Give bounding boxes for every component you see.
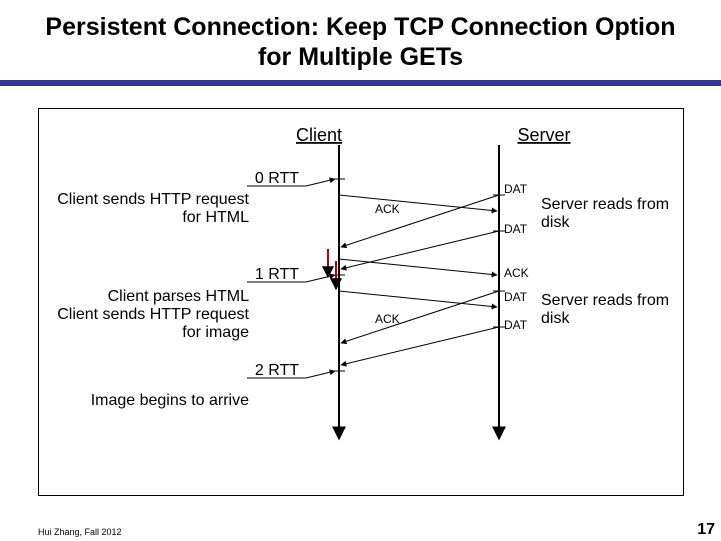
server-read-2-line2: disk: [541, 310, 570, 327]
diagram-container: Client Server 0 RTT 1 RTT 2 RTT Client s…: [38, 108, 684, 496]
client-parse-html: Client parses HTML: [108, 288, 249, 305]
msg-ack-server-1-label: ACK: [504, 266, 529, 280]
msg-ack-1-label: ACK: [375, 202, 400, 216]
client-image-request-line2: for image: [182, 324, 249, 341]
page-number: 17: [697, 521, 715, 539]
msg-dat-2b-label: DAT: [504, 318, 528, 332]
msg-dat-1b: [341, 231, 499, 269]
rtt-0-label: 0 RTT: [255, 170, 299, 187]
server-header: Server: [517, 125, 570, 145]
msg-ack-2-label: ACK: [375, 312, 400, 326]
timing-diagram: Client Server 0 RTT 1 RTT 2 RTT Client s…: [39, 109, 683, 495]
msg-dat-2a-label: DAT: [504, 290, 528, 304]
separator-bar: [0, 80, 721, 86]
footer-text: Hui Zhang, Fall 2012: [38, 527, 122, 537]
slide-title: Persistent Connection: Keep TCP Connecti…: [0, 0, 721, 78]
msg-ack-server-1: [339, 259, 497, 275]
msg-dat-1a-label: DAT: [504, 182, 528, 196]
client-html-request-line2: for HTML: [182, 209, 249, 226]
msg-dat-1b-label: DAT: [504, 222, 528, 236]
server-read-1-line1: Server reads from: [541, 196, 669, 213]
msg-dat-2b: [341, 327, 499, 365]
client-header: Client: [296, 125, 342, 145]
image-arrive: Image begins to arrive: [91, 392, 249, 409]
server-read-1-line2: disk: [541, 214, 570, 231]
rtt-2-label: 2 RTT: [255, 362, 299, 379]
client-html-request-line1: Client sends HTTP request: [57, 191, 249, 208]
server-read-2-line1: Server reads from: [541, 292, 669, 309]
rtt-1-label: 1 RTT: [255, 266, 299, 283]
client-image-request-line1: Client sends HTTP request: [57, 306, 249, 323]
